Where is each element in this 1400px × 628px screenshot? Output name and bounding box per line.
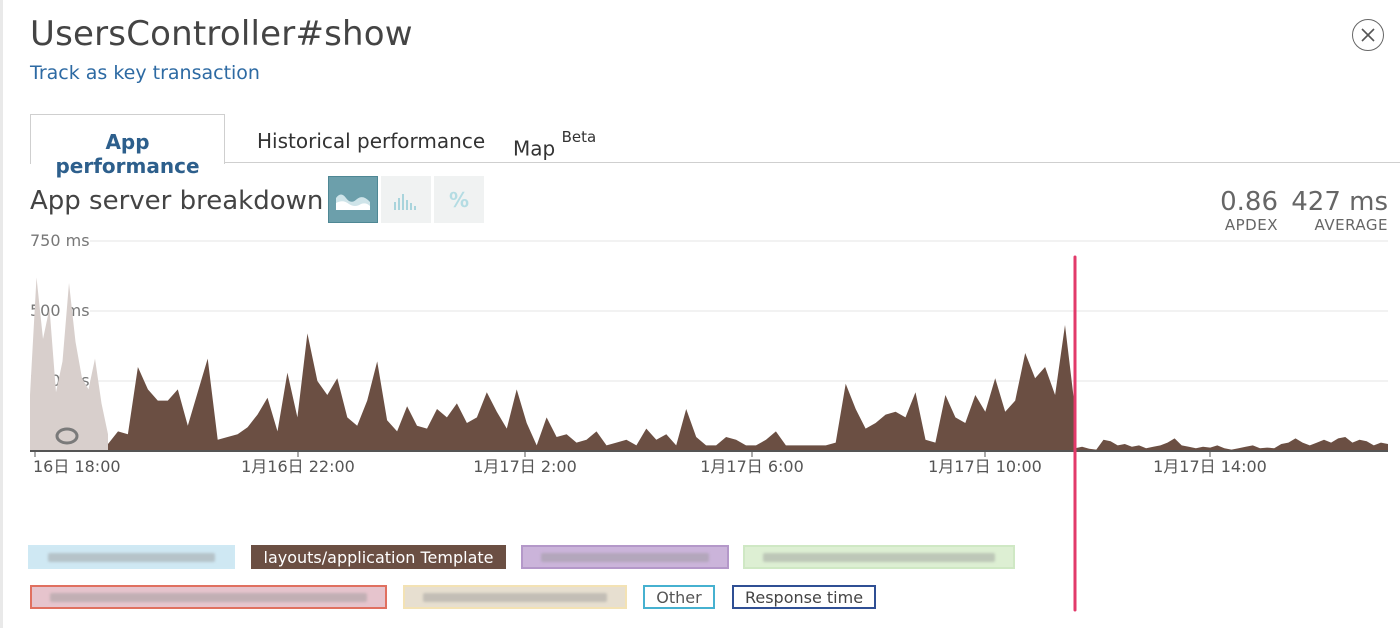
x-tick-label: 1月16日 22:00 [241, 457, 355, 476]
x-tick-label: 1月17日 14:00 [1153, 457, 1267, 476]
legend-item[interactable]: Response time [732, 585, 876, 609]
legend-item[interactable] [521, 545, 729, 569]
legend-item[interactable] [403, 585, 627, 609]
legend-redacted-label [541, 552, 709, 562]
legend-item[interactable] [28, 545, 235, 569]
legend-item[interactable]: Other [643, 585, 715, 609]
app-server-breakdown-chart: 750 ms500 ms250 ms16日 18:001月16日 22:001月… [30, 231, 1388, 612]
series-area-after-marker [1075, 437, 1388, 451]
x-tick-label: 1月17日 6:00 [700, 457, 804, 476]
series-area-layouts-template [108, 325, 1075, 451]
legend-redacted-label [50, 592, 367, 602]
legend-label: layouts/application Template [263, 547, 494, 567]
legend-redacted-label [423, 592, 607, 602]
legend-label: Other [656, 587, 702, 607]
x-tick-label: 1月17日 2:00 [473, 457, 577, 476]
legend-redacted-label [763, 552, 995, 562]
x-tick-label: 16日 18:00 [33, 457, 121, 476]
legend-label: Response time [744, 587, 864, 607]
y-tick-label: 750 ms [30, 231, 90, 250]
legend-item[interactable] [743, 545, 1015, 569]
legend-item[interactable] [30, 585, 387, 609]
x-tick-label: 1月17日 10:00 [928, 457, 1042, 476]
legend-item[interactable]: layouts/application Template [251, 545, 506, 569]
legend-redacted-label [48, 552, 215, 562]
